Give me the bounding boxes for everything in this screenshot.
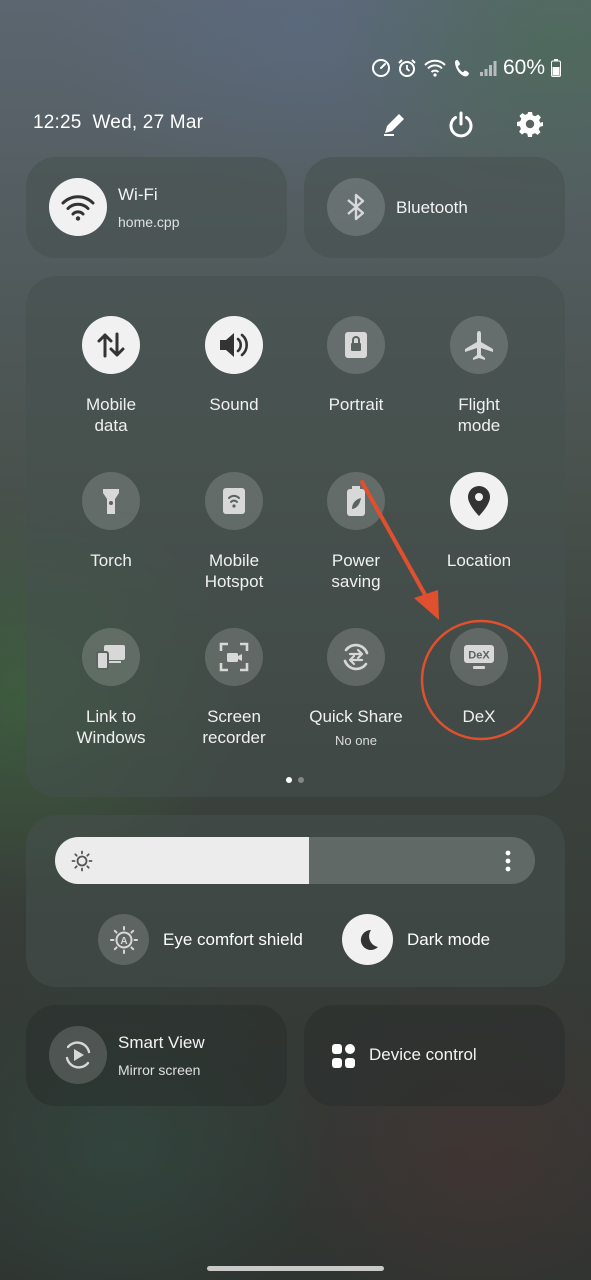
device-control-icon [332, 1044, 355, 1068]
brightness-slider[interactable] [55, 837, 535, 884]
dark-mode-label: Dark mode [407, 929, 491, 949]
annotation-arrow [360, 480, 430, 602]
device-control-tile[interactable]: Device control [304, 1005, 565, 1106]
eye-comfort-icon: A [109, 925, 138, 954]
smart-view-icon [65, 1041, 91, 1069]
eye-comfort-icon-wrap: A [98, 914, 149, 965]
moon-icon [360, 929, 378, 950]
smart-view-title: Smart View [118, 1033, 205, 1052]
svg-text:A: A [120, 936, 127, 947]
more-vertical-icon[interactable] [504, 849, 512, 873]
sun-icon [71, 850, 93, 872]
eye-comfort-label: Eye comfort shield [163, 929, 303, 949]
smart-view-subtitle: Mirror screen [118, 1062, 201, 1078]
annotation-arrowhead [414, 590, 439, 620]
smart-view-toggle[interactable] [49, 1026, 107, 1084]
device-control-title: Device control [369, 1045, 477, 1064]
dark-mode-icon-wrap [342, 914, 393, 965]
eye-comfort-toggle[interactable]: A Eye comfort shield [98, 914, 303, 965]
home-indicator[interactable] [207, 1266, 384, 1271]
annotation-circle [420, 619, 542, 741]
brightness-fill [55, 837, 310, 884]
smart-view-tile[interactable]: Smart View Mirror screen [26, 1005, 287, 1106]
dark-mode-toggle[interactable]: Dark mode [342, 914, 490, 965]
